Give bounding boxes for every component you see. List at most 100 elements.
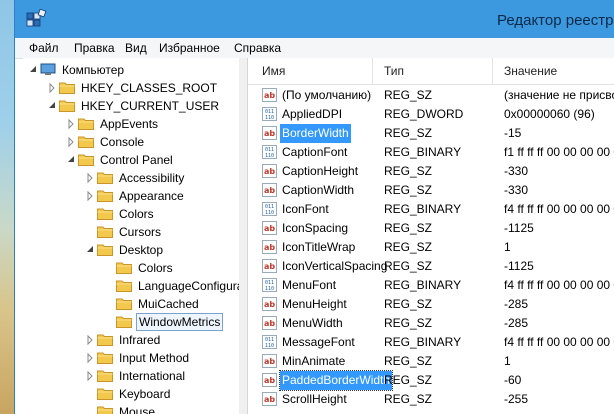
svg-text:110: 110	[265, 343, 274, 349]
title-bar[interactable]: Редактор реестра	[15, 0, 614, 38]
collapsed-arrow-icon[interactable]	[84, 331, 96, 349]
string-value-icon: ab	[262, 126, 277, 140]
registry-tree[interactable]: Компьютер HKEY_CLASSES_ROOT HKEY_CURRENT_U…	[23, 58, 240, 414]
value-type: REG_SZ	[384, 259, 433, 273]
binary-value-icon: 011110	[262, 335, 277, 349]
value-data: -330	[504, 164, 529, 178]
collapsed-arrow-icon[interactable]	[84, 169, 96, 187]
folder-icon	[97, 406, 113, 414]
tree-item-label: Input Method	[119, 351, 190, 365]
value-name: BorderWidth	[280, 124, 351, 143]
string-value-icon: ab	[262, 354, 277, 368]
tree-item-label: International	[119, 369, 186, 383]
folder-icon	[97, 370, 113, 382]
column-header-type[interactable]: Тип	[384, 64, 404, 78]
value-name: MenuWidth	[282, 316, 343, 330]
expanded-arrow-icon[interactable]	[46, 97, 58, 115]
value-data: -330	[504, 183, 529, 197]
folder-icon	[97, 226, 113, 238]
table-row[interactable]: ab CaptionHeight REG_SZ -330	[248, 162, 614, 181]
folder-icon	[97, 190, 113, 202]
folder-icon	[116, 316, 132, 328]
folder-icon	[59, 100, 75, 112]
table-row[interactable]: ab IconVerticalSpacing REG_SZ -1125	[248, 257, 614, 276]
table-row[interactable]: 011 110 AppliedDPI REG_DWORD 0x00000060 (96)	[248, 105, 614, 124]
value-data: (значение не присвоено)	[504, 88, 614, 102]
collapsed-arrow-icon[interactable]	[84, 187, 96, 205]
pane-splitter[interactable]	[239, 58, 247, 414]
tree-item-label: Keyboard	[119, 387, 171, 401]
column-header-value[interactable]: Значение	[504, 64, 557, 78]
table-row[interactable]: ab MenuWidth REG_SZ -285	[248, 314, 614, 333]
window-title: Редактор реестра	[497, 12, 614, 29]
svg-text:110: 110	[265, 153, 274, 159]
table-row[interactable]: 011 110 CaptionFont REG_BINARY f1 ff ff ff 0…	[248, 143, 614, 162]
value-name: MessageFont	[282, 335, 355, 349]
value-type: REG_SZ	[384, 221, 433, 235]
table-row[interactable]: ab PaddedBorderWidth REG_SZ -60	[248, 370, 614, 391]
value-name: PaddedBorderWidth	[278, 370, 394, 391]
column-header-name[interactable]: Имя	[262, 64, 285, 78]
tree-item-label: Desktop	[119, 243, 164, 257]
table-row[interactable]: ab MinAnimate REG_SZ 1	[248, 352, 614, 371]
folder-icon	[116, 280, 132, 292]
collapsed-arrow-icon[interactable]	[65, 133, 77, 151]
value-data: -60	[504, 373, 522, 387]
values-list[interactable]: Имя Тип Значение ab (По умолчанию) REG_SZ (…	[247, 58, 614, 414]
collapsed-arrow-icon[interactable]	[84, 349, 96, 367]
value-type: REG_BINARY	[384, 335, 462, 349]
table-row[interactable]: 011 110 MenuFont REG_BINARY f4 ff ff ff 00 0…	[248, 276, 614, 295]
folder-icon	[97, 208, 113, 220]
tree-item-label: Accessibility	[119, 171, 185, 185]
tree-item-label: WindowMetrics	[136, 313, 224, 331]
folder-icon	[97, 244, 113, 256]
folder-icon	[116, 298, 132, 310]
table-row[interactable]: ab BorderWidth REG_SZ -15	[248, 124, 614, 143]
column-divider[interactable]	[492, 58, 493, 84]
table-row[interactable]: ab IconSpacing REG_SZ -1125	[248, 219, 614, 238]
value-data: -1125	[504, 259, 534, 273]
binary-value-icon: 011110	[262, 278, 277, 292]
expanded-arrow-icon[interactable]	[84, 241, 96, 259]
menu-view[interactable]: Вид	[125, 41, 147, 55]
menu-edit[interactable]: Правка	[74, 41, 115, 55]
menu-favorites[interactable]: Избранное	[159, 41, 220, 55]
value-type: REG_BINARY	[384, 145, 462, 159]
table-row[interactable]: ab IconTitleWrap REG_SZ 1	[248, 238, 614, 257]
table-row[interactable]: ab CaptionWidth REG_SZ -330	[248, 181, 614, 200]
table-row[interactable]: ab ScrollHeight REG_SZ -255	[248, 390, 614, 409]
value-name: CaptionFont	[282, 145, 348, 159]
value-data: 0x00000060 (96)	[504, 107, 595, 121]
svg-text:110: 110	[265, 115, 274, 121]
collapsed-arrow-icon[interactable]	[65, 115, 77, 133]
value-type: REG_SZ	[384, 240, 433, 254]
menu-help[interactable]: Справка	[234, 41, 281, 55]
binary-value-icon: 011110	[262, 107, 277, 121]
table-row[interactable]: 011 110 IconFont REG_BINARY f4 ff ff ff 00 0…	[248, 200, 614, 219]
svg-text:ab: ab	[264, 91, 275, 100]
no-children-spacer	[84, 403, 96, 414]
column-divider[interactable]	[372, 58, 373, 84]
tree-item-label: Appearance	[119, 189, 184, 203]
value-type: REG_SZ	[384, 164, 433, 178]
svg-text:ab: ab	[264, 300, 275, 309]
expanded-arrow-icon[interactable]	[65, 151, 77, 169]
expanded-arrow-icon[interactable]	[27, 61, 39, 79]
table-row[interactable]: ab MenuHeight REG_SZ -285	[248, 295, 614, 314]
tree-item-label: LanguageConfiguration	[138, 279, 239, 293]
value-type: REG_SZ	[384, 316, 433, 330]
table-row[interactable]: ab (По умолчанию) REG_SZ (значение не присв…	[248, 86, 614, 105]
tree-item-label: HKEY_CLASSES_ROOT	[81, 81, 218, 95]
list-header: Имя Тип Значение	[248, 58, 614, 85]
binary-value-icon: 011110	[262, 202, 277, 216]
binary-value-icon: 011110	[262, 145, 277, 159]
string-value-icon: ab	[262, 221, 277, 235]
tree-item-label: Infrared	[119, 333, 161, 347]
tree-item-label: Cursors	[119, 225, 162, 239]
table-row[interactable]: 011 110 MessageFont REG_BINARY f4 ff ff ff 0…	[248, 333, 614, 352]
no-children-spacer	[103, 313, 115, 331]
collapsed-arrow-icon[interactable]	[46, 79, 58, 97]
collapsed-arrow-icon[interactable]	[84, 367, 96, 385]
value-name: CaptionHeight	[282, 164, 359, 178]
menu-file[interactable]: Файл	[29, 41, 59, 55]
